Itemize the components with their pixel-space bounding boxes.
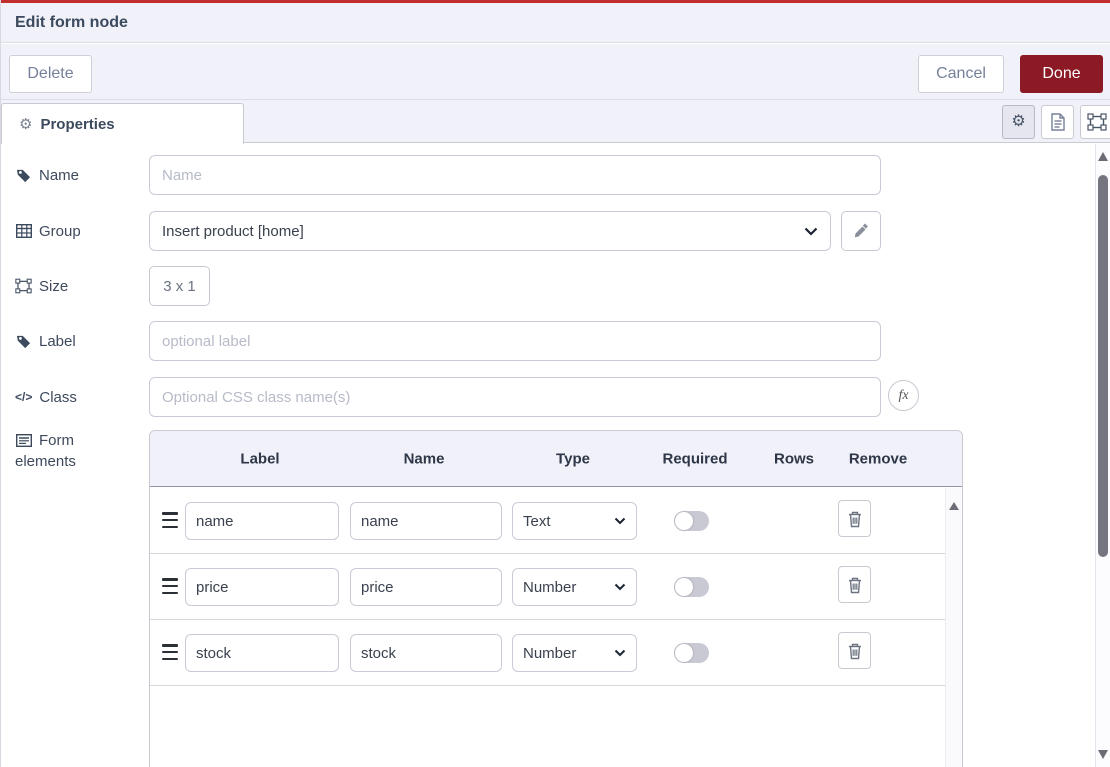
chevron-down-icon [614,649,626,657]
dialog-button-bar: Delete Cancel Done [1,44,1110,100]
document-icon [1050,113,1066,131]
table-scrollbar[interactable] [945,488,962,767]
tab-properties[interactable]: ⚙ Properties [1,103,244,144]
form-elements-label-line1: Form [39,432,74,449]
size-handles-icon [1087,113,1107,131]
dialog-header: Edit form node [1,3,1110,43]
group-select-value: Insert product [home] [162,223,304,240]
properties-gear-icon: ⚙ [19,117,32,132]
form-elements-field-label: Form elements [15,432,76,470]
element-name-input[interactable] [350,568,502,606]
gear-icon: ⚙ [1011,114,1025,130]
pencil-icon [853,223,869,239]
group-field-label-text: Group [39,223,81,240]
column-header-remove: Remove [849,450,907,467]
tag-icon [15,334,32,349]
form-elements-header: Label Name Type Required Rows Remove [150,431,962,487]
delete-button[interactable]: Delete [9,55,92,93]
label-field-label: Label [15,321,76,361]
form-element-row: Number [150,620,945,686]
required-toggle[interactable] [674,643,709,663]
element-name-input[interactable] [350,502,502,540]
expression-button[interactable]: fx [888,380,919,411]
name-field-label: Name [15,155,79,195]
column-header-name: Name [404,450,445,467]
label-input[interactable] [149,321,881,361]
properties-panel: Name Group Insert product [home] Size 3 … [1,144,1110,767]
scroll-up-arrow-icon[interactable] [1098,152,1108,161]
name-field-label-text: Name [39,167,79,184]
appearance-view-button[interactable] [1080,105,1110,139]
element-label-input[interactable] [185,502,339,540]
class-input[interactable] [149,377,881,417]
drag-handle-icon[interactable] [162,644,178,660]
element-type-select[interactable]: Text [512,502,637,540]
trash-icon [847,576,863,594]
remove-element-button[interactable] [838,566,871,603]
chevron-down-icon [614,517,626,525]
drag-handle-icon[interactable] [162,578,178,594]
form-element-row: Text [150,488,945,554]
column-header-label: Label [240,450,279,467]
element-type-value: Text [523,513,551,530]
remove-element-button[interactable] [838,632,871,669]
form-icon [15,434,32,447]
panel-scrollbar[interactable] [1095,144,1110,767]
tab-row: ⚙ Properties ⚙ [1,100,1110,143]
properties-view-button[interactable]: ⚙ [1002,105,1035,139]
remove-element-button[interactable] [838,500,871,537]
element-name-input[interactable] [350,634,502,672]
editor-tool-buttons: ⚙ [1002,105,1110,139]
trash-icon [847,642,863,660]
tab-properties-label: Properties [40,116,114,133]
scroll-down-arrow-icon[interactable] [1098,750,1108,759]
size-button[interactable]: 3 x 1 [149,266,210,306]
element-label-input[interactable] [185,568,339,606]
group-select[interactable]: Insert product [home] [149,211,831,251]
form-element-row: Number [150,554,945,620]
size-field-label-text: Size [39,278,68,295]
chevron-down-icon [804,227,818,236]
done-button[interactable]: Done [1020,55,1103,93]
column-header-required: Required [662,450,727,467]
form-elements-body: Text Number [150,488,945,767]
element-type-select[interactable]: Number [512,568,637,606]
size-handles-icon [15,278,32,294]
column-header-rows: Rows [774,450,814,467]
edit-form-node-dialog: Edit form node Delete Cancel Done ⚙ Prop… [0,0,1110,767]
required-toggle[interactable] [674,577,709,597]
cancel-button[interactable]: Cancel [918,55,1004,93]
code-icon: </> [15,390,32,404]
edit-group-button[interactable] [841,211,881,251]
column-header-type: Type [556,450,590,467]
tag-icon [15,168,32,183]
trash-icon [847,510,863,528]
class-field-label: </> Class [15,377,77,417]
description-view-button[interactable] [1041,105,1074,139]
size-field-label: Size [15,266,68,306]
element-type-value: Number [523,645,576,662]
element-type-value: Number [523,579,576,596]
dialog-title: Edit form node [15,14,128,32]
required-toggle[interactable] [674,511,709,531]
scroll-up-arrow-icon[interactable] [949,502,959,510]
table-icon [15,224,32,238]
element-type-select[interactable]: Number [512,634,637,672]
element-label-input[interactable] [185,634,339,672]
drag-handle-icon[interactable] [162,512,178,528]
scrollbar-thumb[interactable] [1098,175,1108,557]
form-elements-label-line2: elements [15,453,76,470]
group-field-label: Group [15,211,81,251]
form-elements-table: Label Name Type Required Rows Remove Tex… [149,430,963,767]
label-field-label-text: Label [39,333,76,350]
chevron-down-icon [614,583,626,591]
name-input[interactable] [149,155,881,195]
class-field-label-text: Class [39,389,77,406]
